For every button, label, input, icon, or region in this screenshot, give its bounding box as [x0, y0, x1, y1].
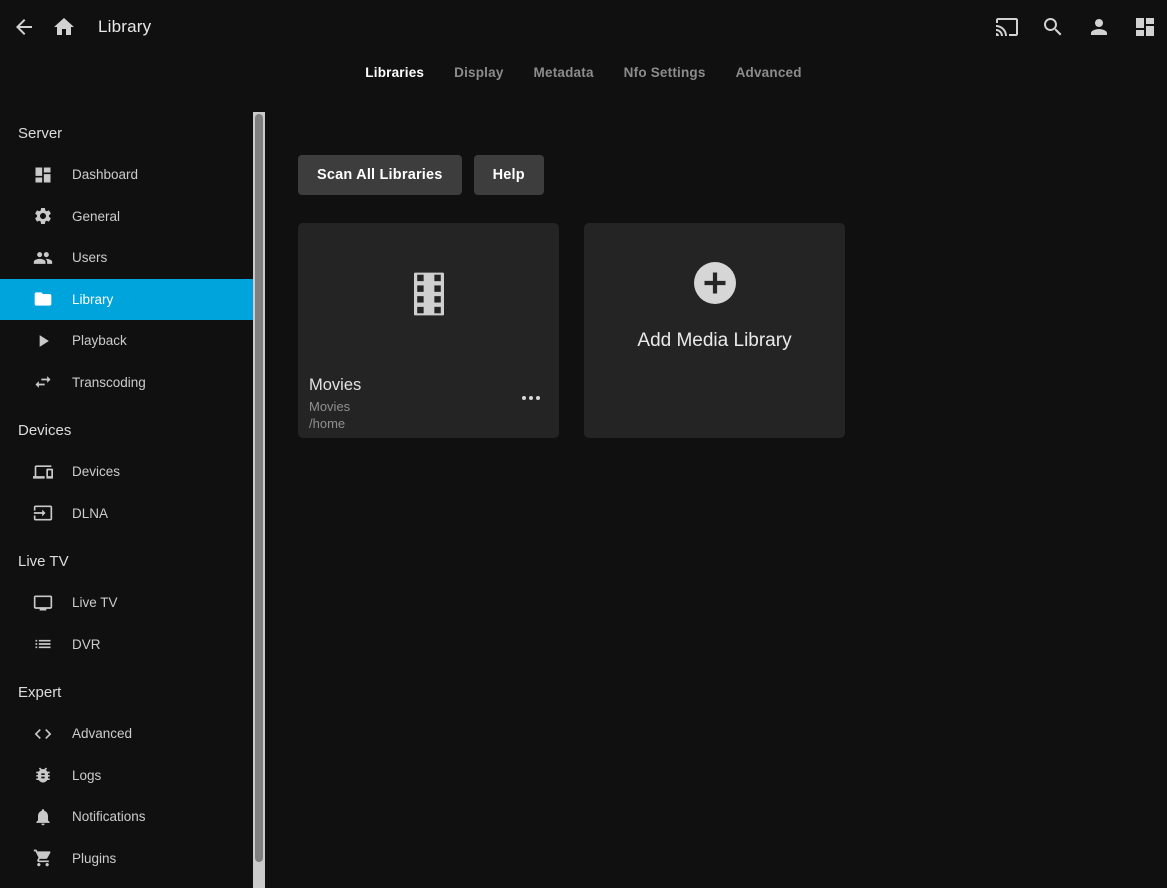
- library-path: /home: [309, 415, 361, 432]
- sidebar-section-livetv: Live TV Live TV DVR: [0, 552, 266, 665]
- section-title-server: Server: [0, 124, 266, 144]
- library-actions: Scan All Libraries Help: [298, 155, 1167, 195]
- sidebar-item-livetv[interactable]: Live TV: [0, 582, 253, 624]
- library-content-type: Movies: [309, 398, 361, 415]
- sidebar-item-transcoding[interactable]: Transcoding: [0, 362, 253, 404]
- add-media-library-label: Add Media Library: [637, 330, 791, 352]
- tab-metadata[interactable]: Metadata: [534, 65, 594, 80]
- tv-icon: [33, 593, 53, 613]
- tab-libraries[interactable]: Libraries: [365, 65, 424, 80]
- section-title-devices: Devices: [0, 421, 266, 441]
- play-icon: [33, 331, 53, 351]
- sidebar-scrollbar-track: [253, 112, 265, 888]
- devices-icon: [33, 462, 53, 482]
- sidebar-item-dashboard[interactable]: Dashboard: [0, 154, 253, 196]
- film-strip-icon: [414, 272, 444, 316]
- sidebar-section-server: Server Dashboard General Users: [0, 124, 266, 403]
- sidebar-item-label: Notifications: [72, 809, 146, 824]
- dashboard-shortcut-button[interactable]: [1125, 7, 1165, 47]
- home-icon: [52, 15, 76, 39]
- bell-icon: [33, 807, 53, 827]
- tab-nfo-settings[interactable]: Nfo Settings: [624, 65, 706, 80]
- sidebar-item-label: Library: [72, 292, 113, 307]
- cast-button[interactable]: [987, 7, 1027, 47]
- sidebar-section-expert: Expert Advanced Logs Notifications: [0, 683, 266, 888]
- search-button[interactable]: [1033, 7, 1073, 47]
- library-name: Movies: [309, 376, 361, 395]
- sidebar-item-advanced[interactable]: Advanced: [0, 713, 253, 755]
- users-icon: [33, 248, 53, 268]
- ellipsis-icon: [522, 396, 526, 400]
- folder-icon: [33, 289, 53, 309]
- sidebar-item-playback[interactable]: Playback: [0, 320, 253, 362]
- sidebar-item-label: DLNA: [72, 506, 108, 521]
- sidebar-item-label: Users: [72, 250, 107, 265]
- sidebar-section-devices: Devices Devices DLNA: [0, 421, 266, 534]
- app-header: Library: [0, 0, 1167, 54]
- dashboard-icon: [33, 165, 53, 185]
- bug-icon: [33, 765, 53, 785]
- swap-arrows-icon: [33, 372, 53, 392]
- search-icon: [1041, 15, 1065, 39]
- admin-sidebar: Server Dashboard General Users: [0, 90, 266, 888]
- sidebar-item-dlna[interactable]: DLNA: [0, 493, 253, 535]
- sidebar-item-label: DVR: [72, 637, 101, 652]
- section-title-expert: Expert: [0, 683, 266, 703]
- sidebar-item-label: Dashboard: [72, 167, 138, 182]
- help-button[interactable]: Help: [474, 155, 544, 195]
- tab-advanced[interactable]: Advanced: [736, 65, 802, 80]
- section-title-livetv: Live TV: [0, 552, 266, 572]
- header-actions: [987, 7, 1165, 47]
- sidebar-item-label: Plugins: [72, 851, 116, 866]
- sidebar-item-notifications[interactable]: Notifications: [0, 796, 253, 838]
- sidebar-item-label: Logs: [72, 768, 101, 783]
- sidebar-item-devices[interactable]: Devices: [0, 451, 253, 493]
- sidebar-item-label: Devices: [72, 464, 120, 479]
- settings-tabs: Libraries Display Metadata Nfo Settings …: [0, 54, 1167, 90]
- page-title: Library: [98, 17, 151, 37]
- sidebar-item-general[interactable]: General: [0, 196, 253, 238]
- card-icon-area: [298, 223, 559, 316]
- sidebar-item-scheduled-tasks[interactable]: Scheduled Tasks: [0, 879, 253, 888]
- back-icon: [12, 15, 36, 39]
- plus-icon: [694, 262, 736, 304]
- scan-all-libraries-button[interactable]: Scan All Libraries: [298, 155, 462, 195]
- sidebar-item-users[interactable]: Users: [0, 237, 253, 279]
- library-menu-button[interactable]: [518, 392, 544, 404]
- libraries-panel: Scan All Libraries Help: [266, 90, 1167, 888]
- sidebar-item-label: Advanced: [72, 726, 132, 741]
- back-button[interactable]: [4, 7, 44, 47]
- sidebar-item-logs[interactable]: Logs: [0, 755, 253, 797]
- sidebar-item-label: Transcoding: [72, 375, 146, 390]
- cart-icon: [33, 848, 53, 868]
- home-button[interactable]: [44, 7, 84, 47]
- dashboard-icon: [1133, 15, 1157, 39]
- add-media-library-card[interactable]: Add Media Library: [584, 223, 845, 438]
- input-icon: [33, 503, 53, 523]
- sidebar-item-dvr[interactable]: DVR: [0, 624, 253, 666]
- library-card-info: Movies Movies /home: [309, 376, 361, 432]
- sidebar-item-plugins[interactable]: Plugins: [0, 838, 253, 880]
- sidebar-item-library[interactable]: Library: [0, 279, 253, 321]
- list-icon: [33, 634, 53, 654]
- sidebar-item-label: General: [72, 209, 120, 224]
- user-button[interactable]: [1079, 7, 1119, 47]
- library-cards: Movies Movies /home Add Media Library: [298, 223, 1167, 438]
- gear-icon: [33, 206, 53, 226]
- cast-icon: [995, 15, 1019, 39]
- code-icon: [33, 724, 53, 744]
- sidebar-item-label: Playback: [72, 333, 127, 348]
- tab-display[interactable]: Display: [454, 65, 503, 80]
- sidebar-item-label: Live TV: [72, 595, 118, 610]
- user-icon: [1087, 15, 1111, 39]
- sidebar-scrollbar-thumb[interactable]: [255, 114, 263, 862]
- library-card-movies[interactable]: Movies Movies /home: [298, 223, 559, 438]
